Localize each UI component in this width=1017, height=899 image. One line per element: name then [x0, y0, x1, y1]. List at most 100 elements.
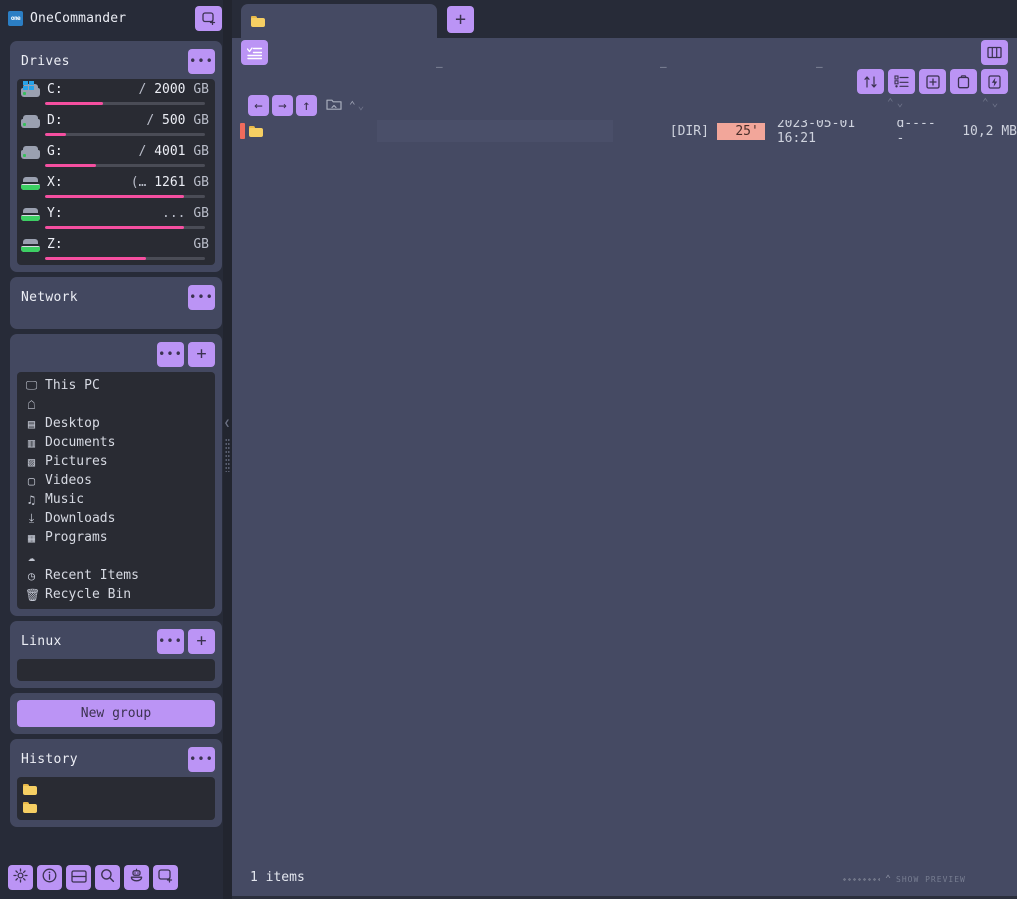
drive-capacity: / 2000 GB	[139, 82, 209, 97]
music-icon: ♫	[25, 493, 38, 507]
quick-access-item-videos[interactable]: ▢Videos	[17, 471, 215, 490]
new-folder-icon	[326, 97, 342, 111]
folder-icon	[23, 784, 37, 795]
forward-button[interactable]: →	[272, 95, 293, 116]
app-logo-icon: one	[8, 11, 23, 26]
sidebar-drag-handle[interactable]	[225, 438, 230, 472]
tab-item[interactable]	[241, 4, 437, 38]
quick-access-menu-button[interactable]: •••	[157, 342, 184, 367]
drive-item[interactable]: G:/ 4001 GB	[17, 141, 215, 172]
drive-icon	[21, 83, 40, 97]
quick-access-item-desktop[interactable]: ▤ Desktop	[17, 414, 215, 433]
split-view-icon	[71, 868, 87, 887]
item-count-label: 1 items	[250, 870, 305, 885]
sidebar-spacer	[0, 827, 232, 857]
drive-letter: Z:	[47, 237, 63, 252]
drives-panel-menu-button[interactable]: •••	[188, 49, 215, 74]
quick-access-list: 🖵This PC☖ ▤ Desktop ▥Documents ▨ Pictures ▢Vid…	[17, 372, 215, 609]
quick-access-panel-header: ••• +	[17, 341, 215, 367]
cloud-icon: ☁	[25, 550, 38, 564]
drive-icon	[21, 238, 40, 252]
sidebar-splitter[interactable]: ❮	[223, 0, 232, 899]
file-extension-badge: 25'	[717, 123, 765, 140]
drive-capacity: / 4001 GB	[139, 144, 209, 159]
sidebar-collapse-icon[interactable]: ❮	[224, 418, 230, 429]
trash-icon: 🗑	[25, 588, 38, 602]
column-header-name[interactable]: –	[436, 60, 443, 73]
desktop-icon: ▤	[25, 417, 38, 431]
history-item[interactable]	[23, 780, 215, 798]
quick-access-item-label: Pictures	[45, 454, 108, 469]
info-button[interactable]	[37, 865, 62, 890]
history-item[interactable]	[23, 798, 215, 816]
quick-access-item-this-pc[interactable]: 🖵This PC	[17, 376, 215, 395]
back-button[interactable]: ←	[248, 95, 269, 116]
quick-access-item-downloads[interactable]: ⤓ Downloads	[17, 509, 215, 528]
file-list: [DIR]25'2023-05-01 16:21d-----10,2 MB	[232, 120, 1017, 857]
new-window-icon	[202, 12, 216, 25]
drive-item[interactable]: D:/ 500 GB	[17, 110, 215, 141]
date-sort-asc[interactable]: ⌃	[887, 96, 894, 109]
pictures-icon: ▨	[25, 455, 38, 469]
downloads-icon: ⤓	[25, 511, 38, 526]
linux-panel: Linux ••• +	[10, 621, 222, 688]
quick-access-item-recycle-bin[interactable]: 🗑Recycle Bin	[17, 585, 215, 604]
drives-panel-title: Drives	[21, 54, 184, 69]
history-panel-menu-button[interactable]: •••	[188, 747, 215, 772]
quick-access-item-label: Documents	[45, 435, 115, 450]
column-header-size[interactable]: –	[816, 60, 823, 73]
quick-access-add-button[interactable]: +	[188, 342, 215, 367]
gear-icon	[13, 868, 28, 887]
attr-sort-desc[interactable]: ⌄	[992, 96, 999, 109]
new-window-button[interactable]	[195, 6, 222, 31]
file-row[interactable]: [DIR]25'2023-05-01 16:21d-----10,2 MB	[232, 120, 1017, 142]
quick-access-item-recent-items[interactable]: ◷Recent Items	[17, 566, 215, 585]
search-button[interactable]	[95, 865, 120, 890]
quick-access-item-label: Desktop	[45, 416, 100, 431]
drive-item[interactable]: X:(… 1261 GB	[17, 172, 215, 203]
quick-access-item-music[interactable]: ♫Music	[17, 490, 215, 509]
new-folder-button[interactable]	[326, 96, 342, 115]
history-list	[17, 777, 215, 820]
up-button[interactable]: ↑	[296, 95, 317, 116]
name-sort-desc[interactable]: ⌄	[358, 99, 365, 112]
history-panel: History •••	[10, 739, 222, 827]
network-panel-menu-button[interactable]: •••	[188, 285, 215, 310]
quick-access-item-programs[interactable]: ▦Programs	[17, 528, 215, 547]
drive-item[interactable]: Z:GB	[17, 234, 215, 265]
linux-panel-menu-button[interactable]: •••	[157, 629, 184, 654]
column-header-date[interactable]: –	[660, 60, 667, 73]
new-group-panel: New group	[10, 693, 222, 734]
main-panel: +	[232, 0, 1017, 899]
view-options-button[interactable]	[241, 40, 268, 65]
quick-access-item-pictures[interactable]: ▨ Pictures	[17, 452, 215, 471]
assistant-button[interactable]	[124, 865, 149, 890]
quick-access-item[interactable]: ☖	[17, 395, 215, 414]
drive-capacity: / 500 GB	[146, 113, 209, 128]
drive-item[interactable]: C:/ 2000 GB	[17, 79, 215, 110]
linux-panel-add-button[interactable]: +	[188, 629, 215, 654]
new-tab-button[interactable]: +	[447, 6, 474, 33]
column-headers: – – –	[232, 68, 1017, 94]
drive-usage-bar	[45, 257, 205, 260]
status-bar: 1 items ⌃ SHOW PREVIEW	[232, 857, 1017, 899]
app-title-bar: one OneCommander	[0, 0, 232, 36]
date-sort-group: ⌃ ⌄	[887, 96, 903, 109]
drive-icon	[21, 114, 40, 128]
new-group-button[interactable]: New group	[17, 700, 215, 727]
settings-button[interactable]	[8, 865, 33, 890]
drive-item[interactable]: Y:... GB	[17, 203, 215, 234]
panel-toolbar	[232, 38, 1017, 68]
show-preview-toggle[interactable]: ⌃ SHOW PREVIEW	[842, 874, 966, 885]
drive-icon	[21, 176, 40, 190]
quick-access-item-documents[interactable]: ▥Documents	[17, 433, 215, 452]
quick-access-item-label: Downloads	[45, 511, 115, 526]
new-window-button[interactable]	[153, 865, 178, 890]
columns-view-button[interactable]	[981, 40, 1008, 65]
history-panel-header: History •••	[17, 746, 215, 772]
date-sort-desc[interactable]: ⌄	[897, 96, 904, 109]
name-sort-asc[interactable]: ⌃	[349, 99, 356, 112]
attr-sort-asc[interactable]: ⌃	[982, 96, 989, 109]
quick-access-item[interactable]: ☁	[17, 547, 215, 566]
split-view-button[interactable]	[66, 865, 91, 890]
